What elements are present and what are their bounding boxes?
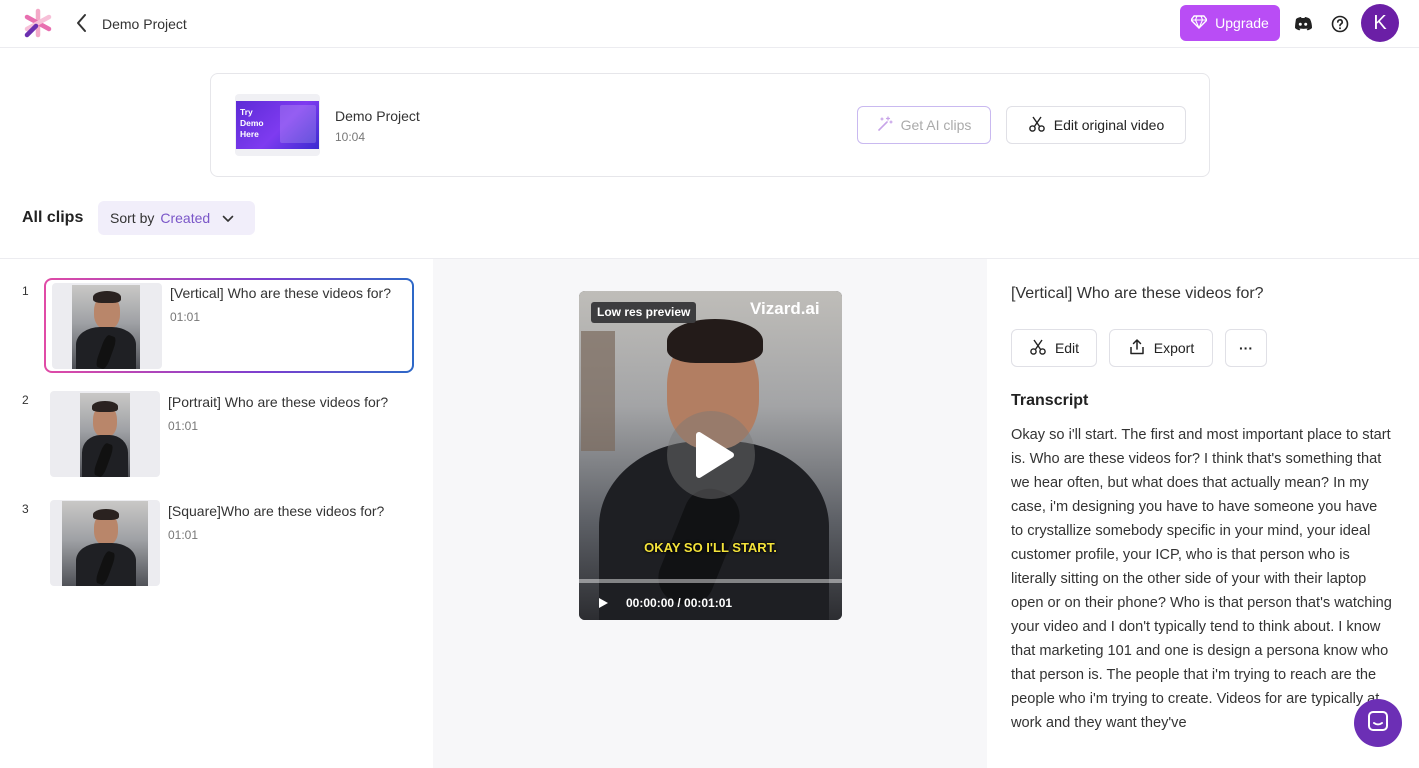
- play-icon[interactable]: [597, 596, 609, 608]
- edit-original-video-button[interactable]: Edit original video: [1006, 106, 1186, 144]
- project-thumbnail-text: Try Demo Here: [240, 107, 264, 139]
- scissors-icon: [1028, 115, 1046, 136]
- project-duration: 10:04: [335, 130, 366, 144]
- chat-icon: [1366, 709, 1390, 738]
- back-arrow-icon[interactable]: [72, 12, 92, 34]
- chat-support-button[interactable]: [1354, 699, 1402, 747]
- clip-duration: 01:01: [170, 310, 201, 324]
- all-clips-heading: All clips: [22, 209, 84, 226]
- transcript-text[interactable]: Okay so i'll start. The first and most i…: [1011, 423, 1393, 735]
- low-res-badge: Low res preview: [591, 302, 697, 323]
- clip-item-portrait[interactable]: [Portrait] Who are these videos for? 01:…: [44, 389, 414, 484]
- video-caption: OKAY SO I'LL START.: [644, 540, 777, 555]
- upgrade-button[interactable]: Upgrade: [1180, 5, 1280, 41]
- video-time: 00:00:00 / 00:01:01: [626, 596, 733, 610]
- sort-by-value: Created: [160, 210, 211, 226]
- project-name: Demo Project: [335, 108, 420, 124]
- transcript-heading: Transcript: [1011, 392, 1089, 409]
- export-label: Export: [1153, 340, 1195, 356]
- watermark: Vizard.ai: [750, 299, 820, 318]
- project-card: Try Demo Here Demo Project 10:04 Get AI …: [210, 73, 1210, 177]
- get-ai-clips-button[interactable]: Get AI clips: [857, 106, 991, 144]
- play-overlay-icon[interactable]: [667, 411, 755, 499]
- clip-title: [Vertical] Who are these videos for?: [170, 285, 391, 301]
- magic-wand-icon: [877, 115, 893, 135]
- clip-thumbnail: [50, 391, 160, 477]
- clip-title: [Square]Who are these videos for?: [168, 503, 385, 519]
- clip-title: [Portrait] Who are these videos for?: [168, 394, 389, 410]
- get-ai-clips-label: Get AI clips: [900, 117, 972, 133]
- diamond-icon: [1190, 14, 1208, 32]
- discord-icon[interactable]: [1292, 13, 1314, 35]
- upgrade-label: Upgrade: [1215, 15, 1269, 31]
- sort-by-label: Sort by: [110, 210, 155, 226]
- edit-label: Edit: [1054, 340, 1080, 356]
- vizard-logo-icon[interactable]: [22, 7, 54, 39]
- clip-thumbnail: [50, 500, 160, 586]
- clip-item-square[interactable]: [Square]Who are these videos for? 01:01: [44, 498, 414, 593]
- video-player[interactable]: Low res preview Vizard.ai OKAY SO I'LL S…: [579, 291, 842, 620]
- export-button[interactable]: Export: [1109, 329, 1213, 367]
- clip-index: 3: [22, 502, 29, 516]
- clip-index: 1: [22, 284, 29, 298]
- chevron-down-icon: [222, 210, 234, 226]
- top-bar: Demo Project Upgrade K: [0, 0, 1419, 48]
- more-dots-icon: ···: [1239, 340, 1253, 356]
- sort-by-dropdown[interactable]: Sort by Created: [98, 201, 255, 235]
- clip-index: 2: [22, 393, 29, 407]
- breadcrumb-project-title: Demo Project: [102, 16, 187, 32]
- edit-button[interactable]: Edit: [1011, 329, 1097, 367]
- clip-thumbnail: [52, 283, 162, 369]
- scissors-icon: [1029, 338, 1047, 359]
- clip-duration: 01:01: [168, 419, 199, 433]
- project-thumbnail[interactable]: Try Demo Here: [235, 94, 320, 156]
- clip-item-vertical[interactable]: [Vertical] Who are these videos for? 01:…: [44, 278, 414, 373]
- more-options-button[interactable]: ···: [1225, 329, 1267, 367]
- edit-original-video-label: Edit original video: [1053, 117, 1165, 133]
- export-icon: [1128, 338, 1146, 359]
- clip-duration: 01:01: [168, 528, 199, 542]
- video-progress-bar[interactable]: [579, 579, 842, 583]
- clip-detail-title: [Vertical] Who are these videos for?: [1011, 285, 1264, 302]
- help-icon[interactable]: [1329, 13, 1351, 35]
- user-avatar[interactable]: K: [1361, 4, 1399, 42]
